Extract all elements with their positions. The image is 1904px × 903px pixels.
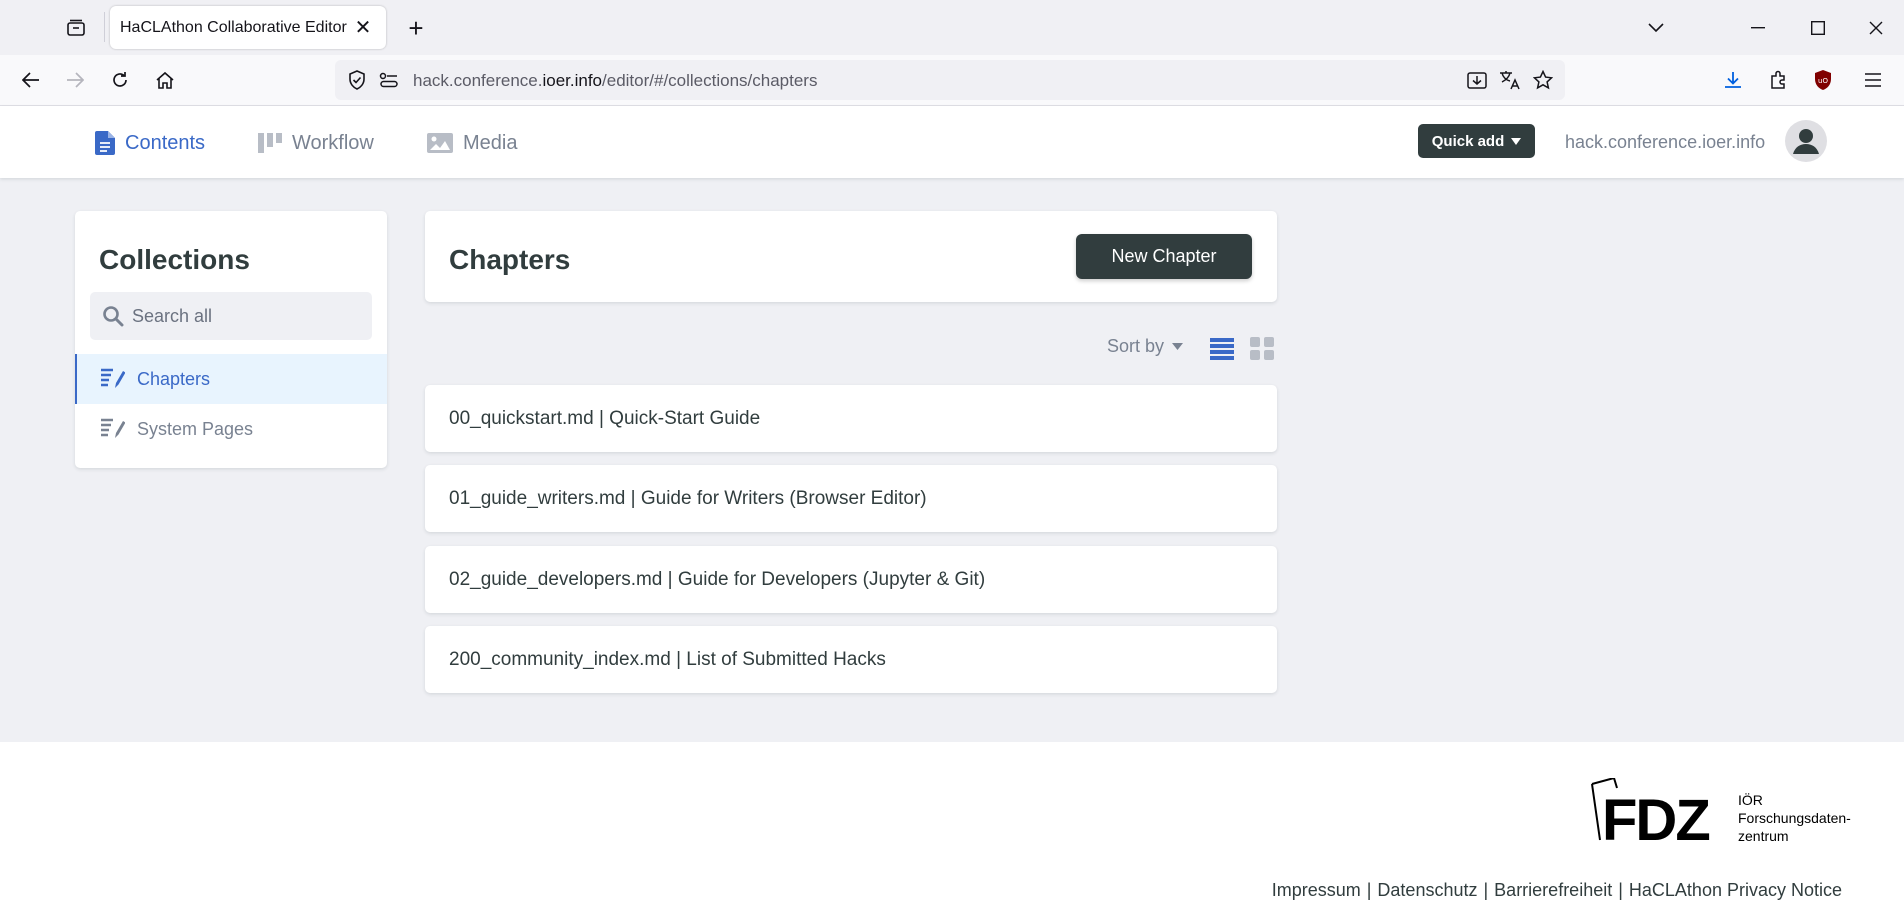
ublock-origin-icon[interactable]: uO <box>1806 63 1840 97</box>
fdz-caption-line: zentrum <box>1738 828 1789 844</box>
list-item[interactable]: 00_quickstart.md | Quick-Start Guide <box>425 385 1277 452</box>
sort-by-dropdown[interactable]: Sort by <box>1107 336 1184 357</box>
back-arrow-icon[interactable] <box>14 63 48 97</box>
tab-workflow[interactable]: Workflow <box>258 128 374 158</box>
downloads-icon[interactable] <box>1716 63 1750 97</box>
sidebar-title: Collections <box>99 244 250 275</box>
tab-close-icon[interactable]: ✕ <box>350 15 376 41</box>
minimize-icon[interactable] <box>1738 12 1778 44</box>
svg-text:FDZ: FDZ <box>1602 788 1709 844</box>
footer-separator: | <box>1618 880 1623 900</box>
footer-link-barrierefreiheit[interactable]: Barrierefreiheit <box>1494 880 1612 900</box>
list-item[interactable]: 02_guide_developers.md | Guide for Devel… <box>425 546 1277 613</box>
search-box[interactable] <box>90 292 372 340</box>
new-chapter-button[interactable]: New Chapter <box>1076 234 1252 279</box>
list-view-icon[interactable] <box>1209 335 1235 361</box>
maximize-icon[interactable] <box>1798 12 1838 44</box>
caret-down-icon <box>1172 343 1184 350</box>
save-to-pocket-icon[interactable] <box>1465 68 1489 92</box>
list-item[interactable]: 01_guide_writers.md | Guide for Writers … <box>425 465 1277 532</box>
extensions-icon[interactable] <box>1761 63 1795 97</box>
footer-separator: | <box>1366 880 1372 900</box>
bookmark-star-icon[interactable] <box>1531 68 1555 92</box>
collection-header: Chapters New Chapter <box>425 211 1277 302</box>
url-bar[interactable]: hack.conference.ioer.info/editor/#/colle… <box>335 60 1565 100</box>
footer-separator: | <box>1483 880 1489 900</box>
sort-by-label: Sort by <box>1107 336 1165 356</box>
browser-tab-active[interactable]: HaCLAthon Collaborative Editor ✕ <box>110 6 386 49</box>
tab-media[interactable]: Media <box>427 128 517 158</box>
image-icon <box>427 133 453 153</box>
tracking-shield-icon[interactable] <box>345 68 369 92</box>
site-link[interactable]: hack.conference.ioer.info <box>1565 132 1765 153</box>
sidebar-item-system-pages[interactable]: System Pages <box>75 404 387 454</box>
footer-link-privacy-notice[interactable]: HaCLAthon Privacy Notice <box>1629 880 1842 900</box>
footer-link-impressum[interactable]: Impressum <box>1272 880 1361 900</box>
caret-down-icon <box>1511 137 1522 145</box>
footer-link-datenschutz[interactable]: Datenschutz <box>1377 880 1477 900</box>
sidebar-item-chapters[interactable]: Chapters <box>75 354 387 404</box>
search-input[interactable] <box>132 292 362 340</box>
site-permissions-icon[interactable] <box>377 68 401 92</box>
collections-sidebar: Collections Chapters System Pages <box>75 211 387 468</box>
fdz-caption-line: IÖR <box>1738 792 1763 808</box>
fdz-caption-line: Forschungsdaten- <box>1738 810 1851 826</box>
tab-contents-label: Contents <box>125 131 206 154</box>
edit-list-icon <box>101 368 125 388</box>
quick-add-button[interactable]: Quick add <box>1418 124 1535 158</box>
tab-workflow-label: Workflow <box>292 131 374 154</box>
app-header: Contents Workflow Media Quick add hack.c… <box>0 106 1904 178</box>
tab-list-icon[interactable] <box>60 14 92 42</box>
hamburger-menu-icon[interactable] <box>1856 63 1890 97</box>
translate-icon[interactable] <box>1498 68 1522 92</box>
url-path: /editor/#/collections/chapters <box>602 71 818 90</box>
page-title: Chapters <box>449 244 571 275</box>
browser-nav-bar: hack.conference.ioer.info/editor/#/colle… <box>0 55 1904 106</box>
sidebar-item-label: Chapters <box>137 368 211 389</box>
browser-tab-title: HaCLAthon Collaborative Editor <box>120 18 347 36</box>
sidebar-item-label: System Pages <box>137 418 254 439</box>
forward-arrow-icon[interactable] <box>58 63 92 97</box>
url-text[interactable]: hack.conference.ioer.info/editor/#/colle… <box>413 71 817 91</box>
list-item[interactable]: 200_community_index.md | List of Submitt… <box>425 626 1277 693</box>
user-icon <box>1793 129 1819 154</box>
close-window-icon[interactable] <box>1856 12 1896 44</box>
url-domain: ioer.info <box>542 71 603 90</box>
tab-contents[interactable]: Contents <box>95 128 205 158</box>
quick-add-label: Quick add <box>1431 132 1505 150</box>
tab-overflow-chevron-icon[interactable] <box>1636 12 1676 44</box>
document-icon <box>95 131 115 155</box>
grid-view-icon[interactable] <box>1249 335 1275 361</box>
home-icon[interactable] <box>148 63 182 97</box>
reload-icon[interactable] <box>103 63 137 97</box>
avatar[interactable] <box>1785 120 1827 162</box>
new-tab-icon[interactable]: + <box>400 12 432 44</box>
url-prefix: hack.conference. <box>413 71 543 90</box>
fdz-logo-caption: IÖR Forschungsdaten- zentrum <box>1738 791 1851 845</box>
kanban-icon <box>258 133 282 153</box>
browser-tab-bar: HaCLAthon Collaborative Editor ✕ + <box>0 0 1904 55</box>
footer-links: Impressum | Datenschutz | Barrierefreiheit | H… <box>1272 880 1842 901</box>
fdz-logo: FDZ <box>1591 778 1711 844</box>
page-footer: FDZ IÖR Forschungsdaten- zentrum Impress… <box>0 742 1904 903</box>
svg-text:uO: uO <box>1818 77 1828 85</box>
tab-separator <box>104 12 105 42</box>
tab-media-label: Media <box>463 131 518 154</box>
edit-list-icon <box>101 418 125 438</box>
search-icon <box>103 306 124 327</box>
